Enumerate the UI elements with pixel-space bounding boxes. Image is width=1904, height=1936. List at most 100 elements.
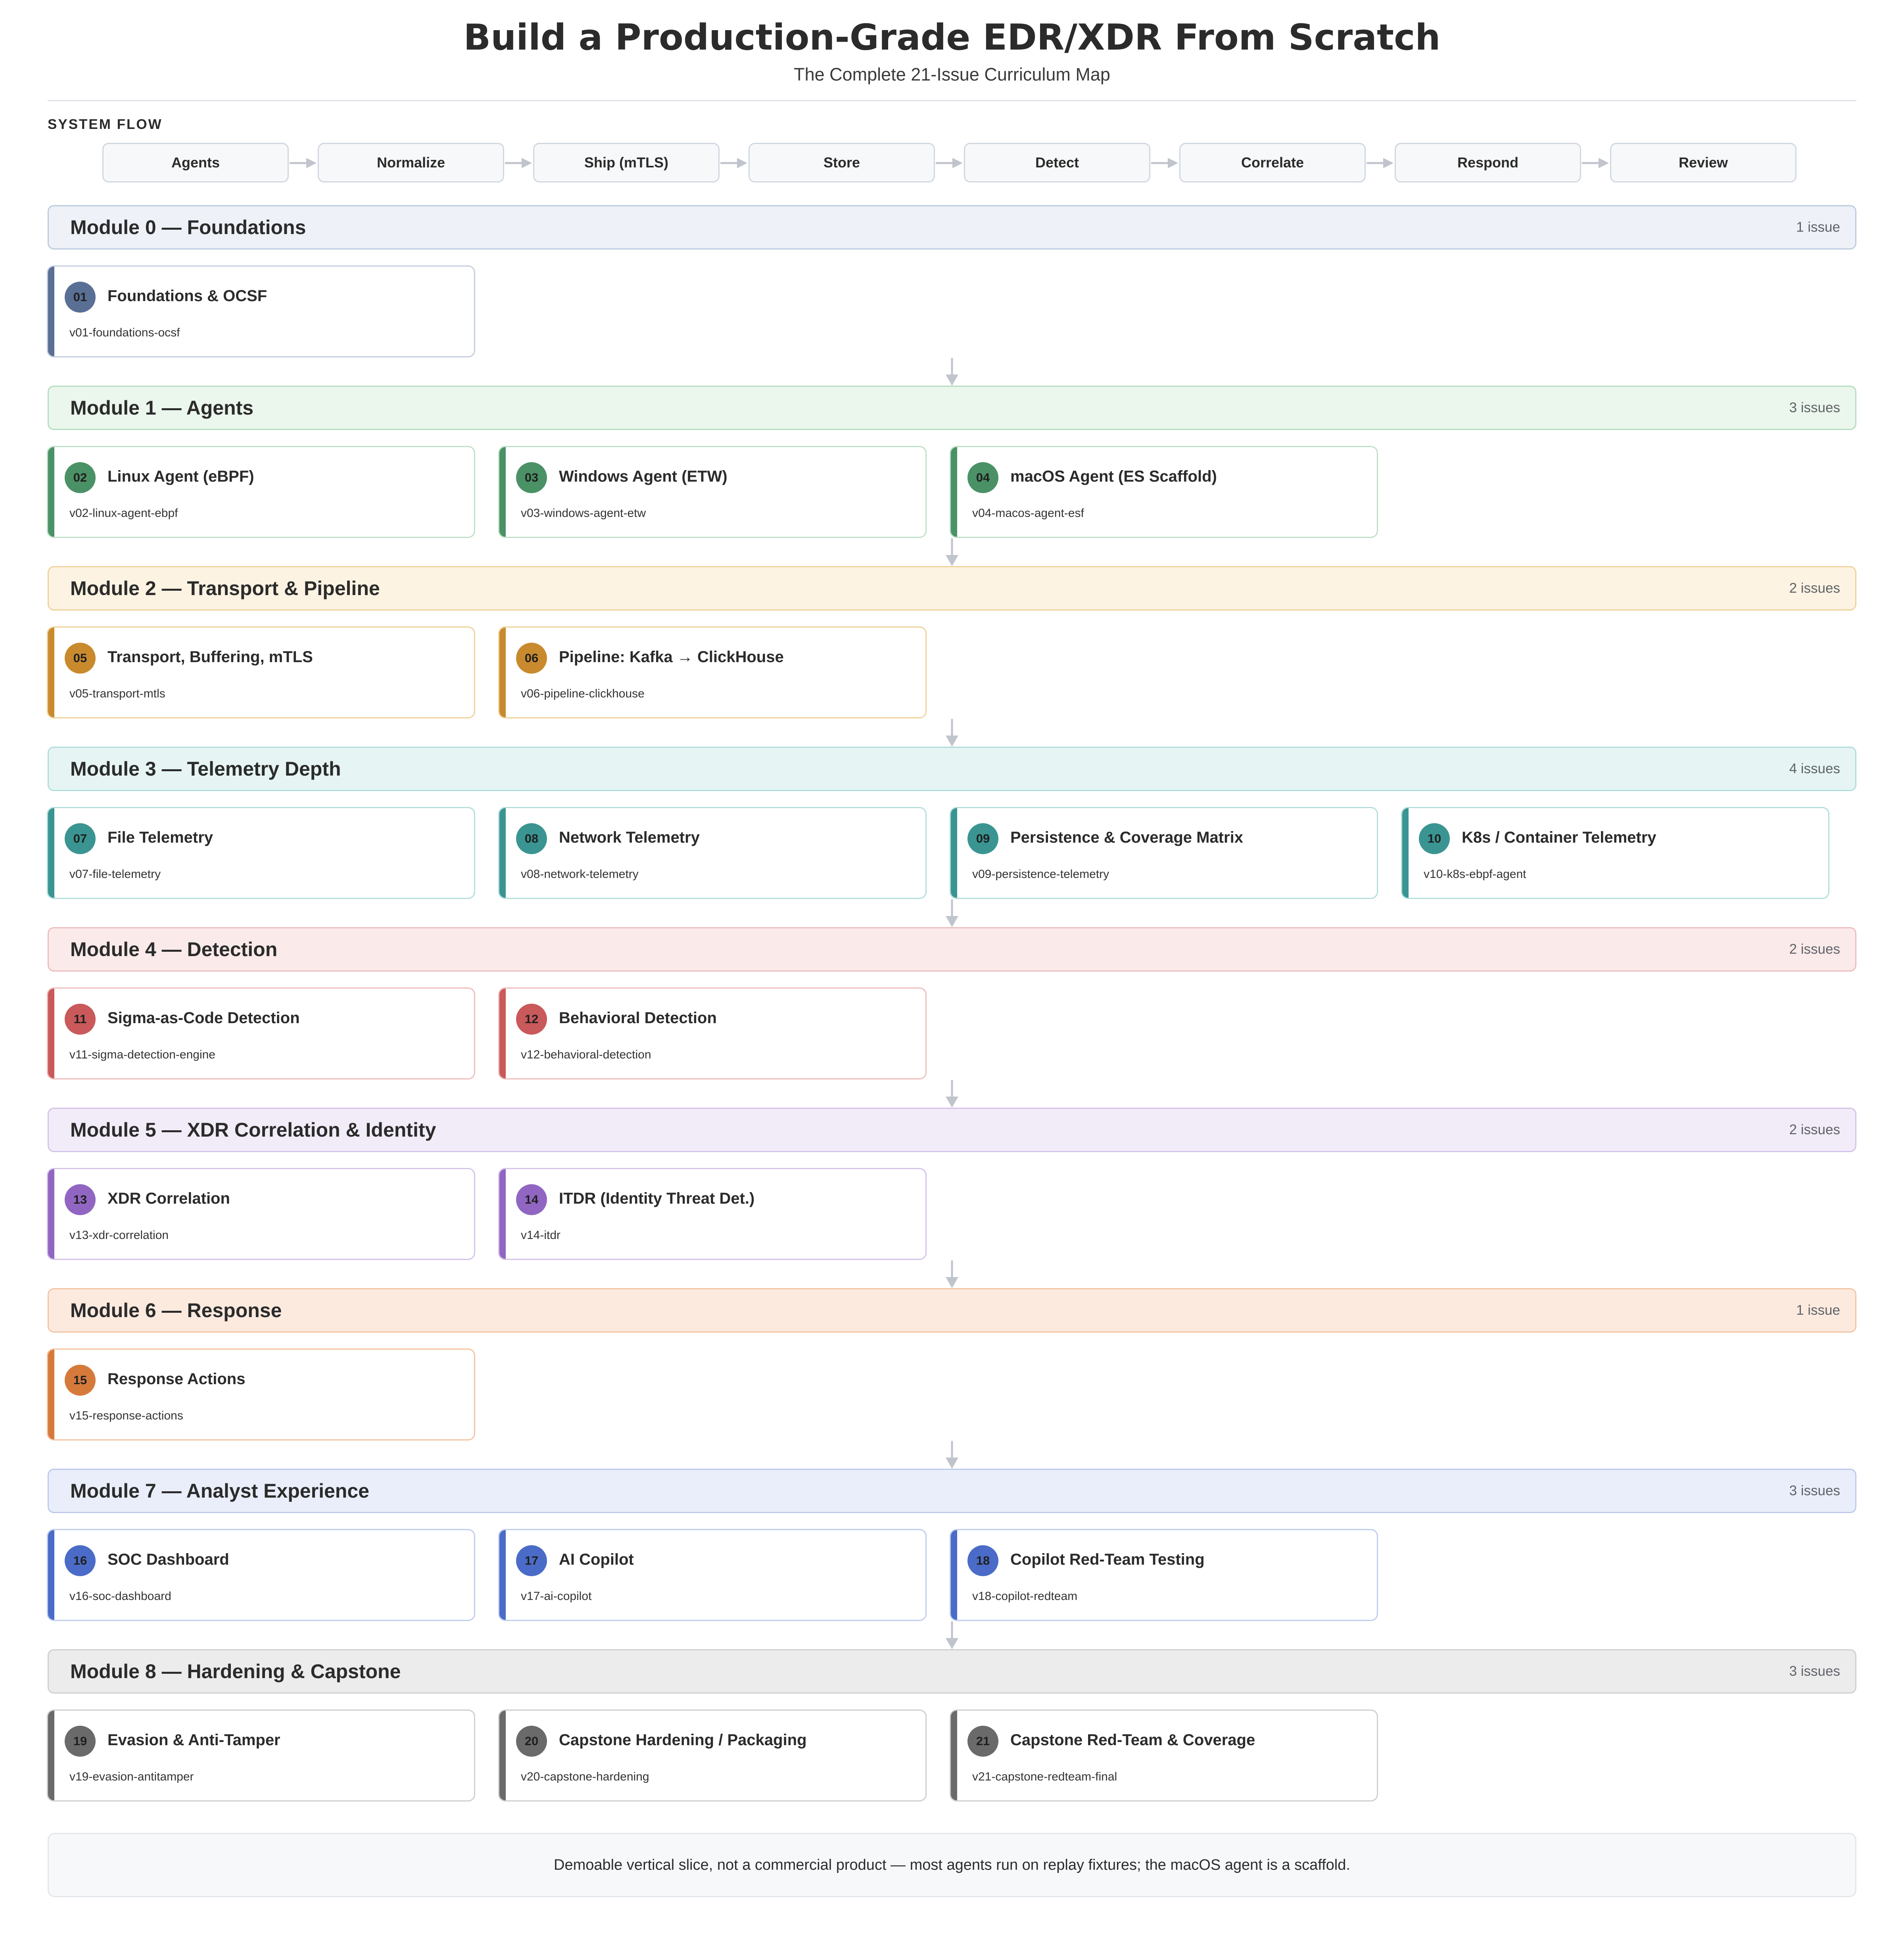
issue-slug: v18-copilot-redteam — [972, 1590, 1078, 1603]
issue-number-badge: 12 — [516, 1004, 547, 1035]
module-title: Module 2 — Transport & Pipeline — [70, 577, 380, 599]
module-header: Module 2 — Transport & Pipeline 2 issues — [48, 566, 1856, 611]
issue-card[interactable]: 10 K8s / Container Telemetry v10-k8s-ebpf-… — [1401, 807, 1829, 899]
issue-card[interactable]: 07 File Telemetry v07-file-telemetry — [47, 807, 475, 899]
issue-title: Transport, Buffering, mTLS — [107, 648, 313, 666]
issue-accent-bar — [48, 628, 54, 717]
issue-number-badge: 18 — [967, 1545, 998, 1576]
module-connector-arrow-icon — [946, 719, 958, 747]
module-connector-arrow-icon — [946, 358, 958, 386]
module-header: Module 0 — Foundations 1 issue — [48, 205, 1856, 250]
issue-slug: v04-macos-agent-esf — [972, 507, 1084, 520]
module-title: Module 7 — Analyst Experience — [70, 1480, 369, 1502]
issue-accent-bar — [48, 1169, 54, 1259]
flow-arrow-icon — [505, 158, 532, 168]
issue-card[interactable]: 08 Network Telemetry v08-network-telemetry — [498, 807, 927, 899]
issue-slug: v15-response-actions — [69, 1409, 183, 1422]
issue-number-badge: 08 — [516, 823, 547, 854]
issue-card[interactable]: 09 Persistence & Coverage Matrix v09-persi… — [950, 807, 1378, 899]
issue-number-badge: 13 — [65, 1184, 96, 1215]
issue-accent-bar — [499, 1711, 506, 1800]
issue-card[interactable]: 18 Copilot Red-Team Testing v18-copilot-re… — [950, 1529, 1378, 1621]
issue-title: ITDR (Identity Threat Det.) — [559, 1190, 755, 1207]
issue-card[interactable]: 13 XDR Correlation v13-xdr-correlation — [47, 1168, 475, 1260]
module-title: Module 3 — Telemetry Depth — [70, 758, 341, 780]
module-connector-arrow-icon — [946, 1441, 958, 1469]
issue-accent-bar — [951, 1530, 957, 1620]
issue-slug: v21-capstone-redteam-final — [972, 1770, 1117, 1783]
issue-card[interactable]: 04 macOS Agent (ES Scaffold) v04-macos-age… — [950, 446, 1378, 538]
title-divider — [48, 100, 1856, 101]
module-issue-count: 1 issue — [1796, 219, 1840, 235]
flow-arrow-icon — [1151, 158, 1178, 168]
flow-arrow-icon — [1582, 158, 1609, 168]
issue-number-badge: 05 — [65, 643, 96, 674]
issue-title: K8s / Container Telemetry — [1462, 829, 1656, 846]
issue-number-badge: 07 — [65, 823, 96, 854]
issue-card[interactable]: 15 Response Actions v15-response-actions — [47, 1348, 475, 1440]
flow-step: Correlate — [1179, 143, 1366, 182]
issue-accent-bar — [48, 267, 54, 356]
module-connector-arrow-icon — [946, 538, 958, 566]
flow-step: Store — [749, 143, 935, 182]
issue-number-badge: 10 — [1419, 823, 1450, 854]
issue-card[interactable]: 03 Windows Agent (ETW) v03-windows-agent-e… — [498, 446, 927, 538]
flow-arrow-icon — [936, 158, 963, 168]
issue-slug: v03-windows-agent-etw — [521, 507, 646, 520]
issue-title: Copilot Red-Team Testing — [1010, 1551, 1205, 1568]
issue-card[interactable]: 12 Behavioral Detection v12-behavioral-det… — [498, 987, 927, 1079]
module-connector-arrow-icon — [946, 1621, 958, 1649]
flow-step: Review — [1610, 143, 1797, 182]
issue-title: Capstone Red-Team & Coverage — [1010, 1731, 1255, 1749]
module-issue-count: 3 issues — [1789, 1663, 1840, 1679]
issue-accent-bar — [951, 1711, 957, 1800]
module-connector-arrow-icon — [946, 899, 958, 927]
issue-slug: v09-persistence-telemetry — [972, 868, 1109, 881]
flow-step: Normalize — [318, 143, 504, 182]
issue-slug: v02-linux-agent-ebpf — [69, 507, 178, 520]
issue-card[interactable]: 02 Linux Agent (eBPF) v02-linux-agent-ebpf — [47, 446, 475, 538]
module-issue-count: 2 issues — [1789, 1122, 1840, 1137]
issue-card[interactable]: 19 Evasion & Anti-Tamper v19-evasion-antit… — [47, 1709, 475, 1802]
page-subtitle: The Complete 21-Issue Curriculum Map — [794, 64, 1110, 85]
module-header: Module 6 — Response 1 issue — [48, 1288, 1856, 1333]
curriculum-map-page: Build a Production-Grade EDR/XDR From Sc… — [0, 0, 1904, 1936]
module-title: Module 5 — XDR Correlation & Identity — [70, 1119, 436, 1141]
module-issue-count: 2 issues — [1789, 580, 1840, 596]
module-header: Module 8 — Hardening & Capstone 3 issues — [48, 1649, 1856, 1694]
issue-card[interactable]: 14 ITDR (Identity Threat Det.) v14-itdr — [498, 1168, 927, 1260]
module-header: Module 1 — Agents 3 issues — [48, 386, 1856, 430]
issue-slug: v13-xdr-correlation — [69, 1229, 169, 1242]
issue-title: Linux Agent (eBPF) — [107, 468, 254, 485]
issue-card[interactable]: 20 Capstone Hardening / Packaging v20-caps… — [498, 1709, 927, 1802]
issue-slug: v05-transport-mtls — [69, 687, 165, 700]
issue-card[interactable]: 01 Foundations & OCSF v01-foundations-ocsf — [47, 265, 475, 357]
issue-slug: v01-foundations-ocsf — [69, 326, 180, 339]
module-connector-arrow-icon — [946, 1080, 958, 1108]
issue-accent-bar — [951, 447, 957, 537]
issue-card[interactable]: 11 Sigma-as-Code Detection v11-sigma-detec… — [47, 987, 475, 1079]
issue-number-badge: 20 — [516, 1726, 547, 1757]
issue-accent-bar — [499, 447, 506, 537]
issue-card[interactable]: 06 Pipeline: Kafka → ClickHouse v06-pipeli… — [498, 626, 927, 718]
module-title: Module 1 — Agents — [70, 397, 254, 419]
flow-arrow-icon — [290, 158, 317, 168]
issue-accent-bar — [48, 1350, 54, 1439]
issue-card[interactable]: 16 SOC Dashboard v16-soc-dashboard — [47, 1529, 475, 1621]
module-issue-count: 4 issues — [1789, 761, 1840, 776]
issue-slug: v16-soc-dashboard — [69, 1590, 171, 1603]
issue-card[interactable]: 17 AI Copilot v17-ai-copilot — [498, 1529, 927, 1621]
issue-card[interactable]: 05 Transport, Buffering, mTLS v05-transpor… — [47, 626, 475, 718]
issue-slug: v07-file-telemetry — [69, 868, 161, 881]
issue-accent-bar — [499, 1169, 506, 1259]
issue-number-badge: 01 — [65, 282, 96, 313]
flow-arrow-icon — [1367, 158, 1393, 168]
issue-title: macOS Agent (ES Scaffold) — [1010, 468, 1217, 485]
issue-title: Sigma-as-Code Detection — [107, 1009, 300, 1027]
issue-accent-bar — [48, 447, 54, 537]
issue-card[interactable]: 21 Capstone Red-Team & Coverage v21-capsto… — [950, 1709, 1378, 1802]
module-title: Module 6 — Response — [70, 1299, 282, 1321]
module-header: Module 3 — Telemetry Depth 4 issues — [48, 747, 1856, 791]
issue-slug: v11-sigma-detection-engine — [69, 1048, 215, 1061]
issue-title: Persistence & Coverage Matrix — [1010, 829, 1243, 846]
